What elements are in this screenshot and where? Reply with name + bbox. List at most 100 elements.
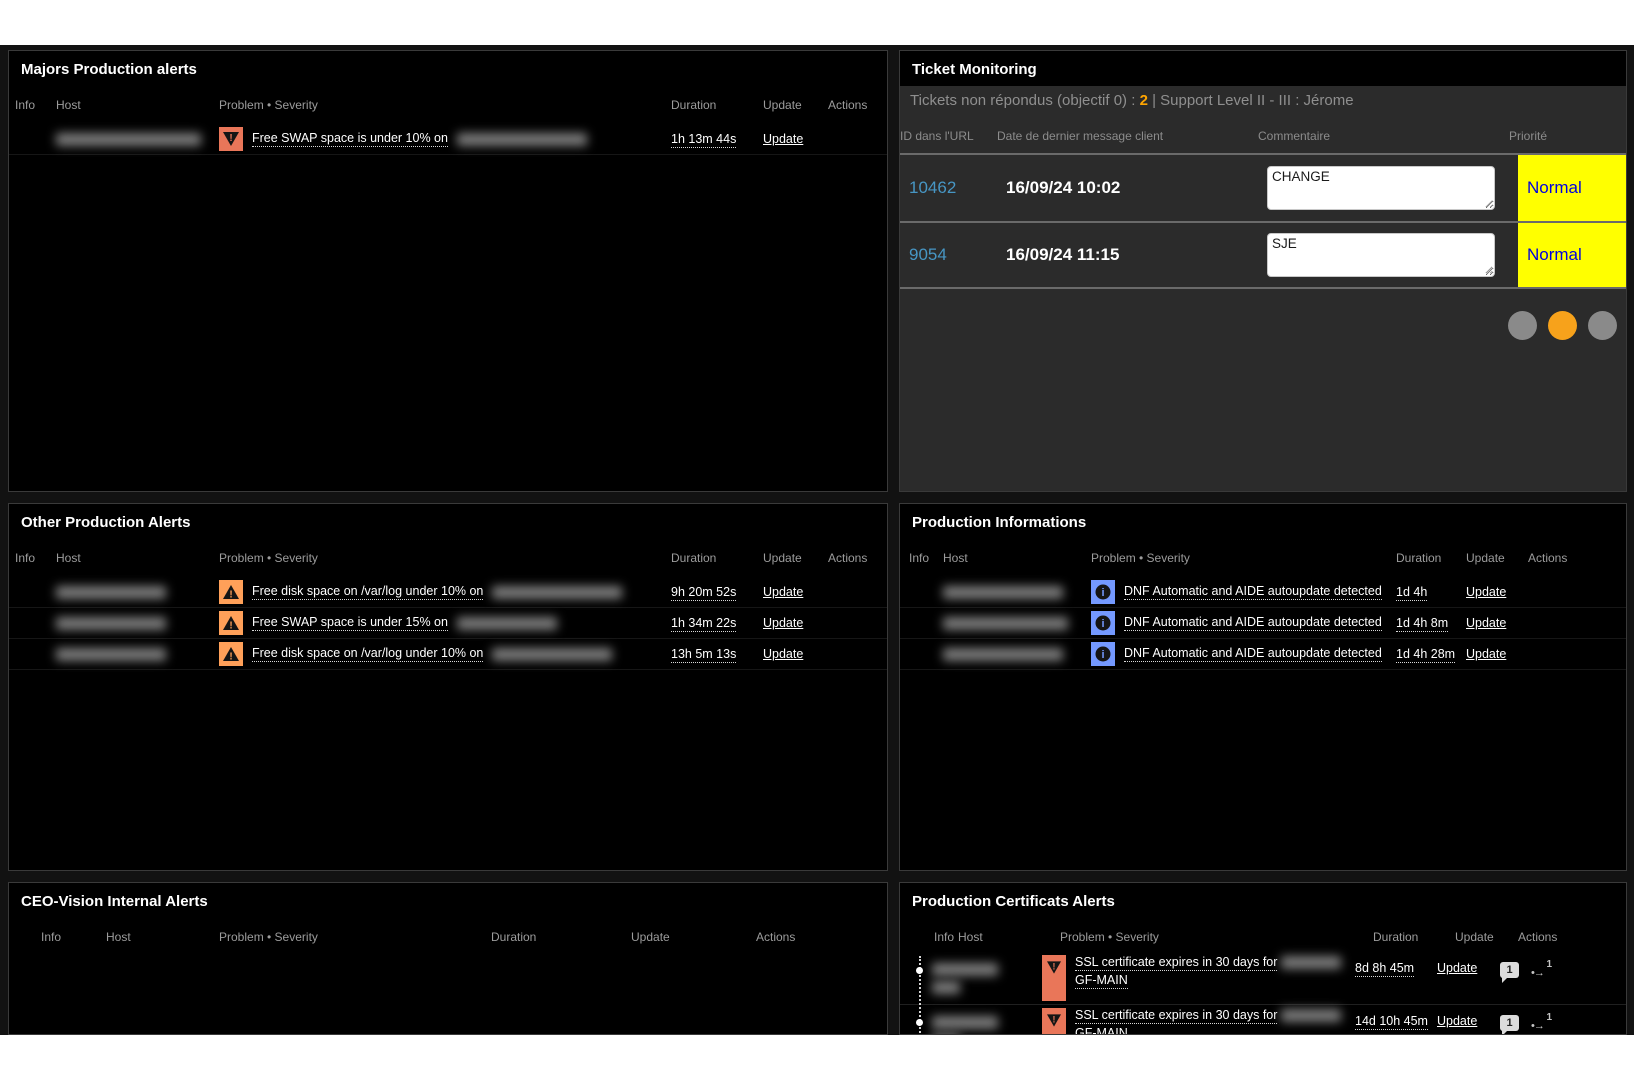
update-link[interactable]: Update (1466, 647, 1506, 661)
monitoring-dashboard: Majors Production alerts Info Host Probl… (0, 45, 1634, 1035)
duration-value[interactable]: 1h 13m 44s (671, 132, 736, 148)
duration-value[interactable]: 1d 4h 8m (1396, 616, 1448, 632)
message-bubble-icon[interactable]: 1 (1500, 1015, 1519, 1031)
panel-production-certificats-alerts: Production Certificats Alerts Info Host … (899, 882, 1627, 1035)
duration-cell: 1h 34m 22s (671, 616, 763, 630)
host-redacted (457, 617, 557, 630)
host-redacted (56, 133, 201, 146)
alert-row: ! Free disk space on /var/log under 10% … (9, 577, 887, 608)
header-actions: Actions (1528, 551, 1626, 565)
problem-link[interactable]: DNF Automatic and AIDE autoupdate detect… (1124, 646, 1382, 662)
problem-link[interactable]: SSL certificate expires in 30 days for (1075, 1008, 1277, 1024)
alert-row: ! SSL certificate expires in 30 days for… (900, 952, 1626, 1005)
svg-text:!: ! (229, 133, 232, 144)
duration-value[interactable]: 1d 4h (1396, 585, 1427, 601)
header-info: Info (15, 551, 56, 565)
problem-link[interactable]: Free SWAP space is under 10% on (252, 131, 448, 147)
severity-high-icon: ! (219, 127, 243, 151)
alert-row: i DNF Automatic and AIDE autoupdate dete… (900, 639, 1626, 670)
host-cell[interactable] (943, 647, 1091, 661)
problem-link-line2[interactable]: GF-MAIN (1075, 973, 1128, 989)
actions-cell: 1 1•→ (1500, 955, 1626, 980)
duration-cell: 14d 10h 45m (1355, 1008, 1437, 1028)
comment-textarea[interactable]: SJE (1267, 233, 1495, 277)
actions-flow-icon[interactable]: 1•→ (1531, 960, 1555, 980)
info-severity-icon: i (1091, 642, 1115, 666)
update-link[interactable]: Update (763, 585, 803, 599)
update-link[interactable]: Update (1437, 961, 1477, 975)
host-redacted (492, 586, 622, 599)
header-duration: Duration (1396, 551, 1466, 565)
update-link[interactable]: Update (1466, 585, 1506, 599)
host-cell[interactable] (56, 647, 219, 661)
problem-link[interactable]: Free disk space on /var/log under 10% on (252, 584, 483, 600)
host-cell[interactable] (943, 616, 1091, 630)
priority-badge: Normal (1518, 155, 1626, 221)
update-link[interactable]: Update (763, 132, 803, 146)
arrow-glyph: •→ (1531, 967, 1544, 979)
message-bubble-icon[interactable]: 1 (1500, 962, 1519, 978)
host-cell[interactable] (56, 132, 219, 146)
problem-cell: ! SSL certificate expires in 30 days for… (1042, 1008, 1355, 1035)
host-redacted (932, 981, 960, 994)
duration-cell: 1d 4h (1396, 585, 1466, 599)
header-update: Update (1455, 930, 1518, 944)
update-link[interactable]: Update (763, 647, 803, 661)
problem-link[interactable]: DNF Automatic and AIDE autoupdate detect… (1124, 584, 1382, 600)
duration-value[interactable]: 9h 20m 52s (671, 585, 736, 601)
ticket-comment-cell: SJE (1267, 223, 1518, 287)
duration-value[interactable]: 8d 8h 45m (1355, 961, 1414, 977)
update-link[interactable]: Update (763, 616, 803, 630)
arrow-glyph: •→ (1531, 1020, 1544, 1032)
dashboard-page: Majors Production alerts Info Host Probl… (0, 0, 1634, 1080)
certificates-rows: ! SSL certificate expires in 30 days for… (900, 952, 1626, 1035)
header-actions: Actions (828, 98, 887, 112)
problem-link[interactable]: Free SWAP space is under 15% on (252, 615, 448, 631)
panel-other-production-alerts: Other Production Alerts Info Host Proble… (8, 503, 888, 871)
host-redacted (56, 617, 166, 630)
host-cell[interactable] (932, 963, 1042, 994)
severity-average-icon: ! (219, 611, 243, 635)
problem-link[interactable]: SSL certificate expires in 30 days for (1075, 955, 1277, 971)
header-update: Update (763, 98, 828, 112)
problem-link[interactable]: Free disk space on /var/log under 10% on (252, 646, 483, 662)
duration-cell: 1d 4h 28m (1396, 647, 1466, 661)
alert-row: ! SSL certificate expires in 30 days for… (900, 1005, 1626, 1035)
host-redacted (457, 133, 587, 146)
update-link[interactable]: Update (1437, 1014, 1477, 1028)
header-actions: Actions (828, 551, 887, 565)
host-cell[interactable] (943, 585, 1091, 599)
problem-cell: ! Free disk space on /var/log under 10% … (219, 580, 671, 604)
duration-value[interactable]: 1h 34m 22s (671, 616, 736, 632)
header-ticket-id: ID dans l'URL (900, 129, 997, 143)
host-redacted (932, 1034, 960, 1036)
header-host: Host (950, 930, 1060, 944)
duration-value[interactable]: 13h 5m 13s (671, 647, 736, 663)
panel-title: Production Certificats Alerts (900, 883, 1626, 918)
timeline-node (916, 967, 923, 974)
host-cell[interactable] (932, 1016, 1042, 1036)
problem-link-line2[interactable]: GF-MAIN (1075, 1026, 1128, 1035)
duration-value[interactable]: 14d 10h 45m (1355, 1014, 1428, 1030)
host-cell[interactable] (56, 585, 219, 599)
duration-value[interactable]: 1d 4h 28m (1396, 647, 1455, 663)
svg-text:i: i (1101, 618, 1104, 630)
header-comment: Commentaire (1258, 129, 1509, 143)
header-last-client-message-date: Date de dernier message client (997, 129, 1258, 143)
update-cell: Update (763, 585, 828, 599)
host-cell[interactable] (56, 616, 219, 630)
svg-text:!: ! (229, 652, 232, 662)
actions-flow-icon[interactable]: 1•→ (1531, 1013, 1555, 1033)
alert-row: ! Free SWAP space is under 10% on 1h 13m… (9, 124, 887, 155)
ticket-id-link[interactable]: 10462 (909, 178, 956, 198)
priority-badge: Normal (1518, 223, 1626, 287)
problem-link[interactable]: DNF Automatic and AIDE autoupdate detect… (1124, 615, 1382, 631)
host-redacted (943, 586, 1063, 599)
host-redacted (56, 586, 166, 599)
header-problem-severity: Problem • Severity (219, 930, 491, 944)
update-link[interactable]: Update (1466, 616, 1506, 630)
ticket-id-link[interactable]: 9054 (909, 245, 947, 265)
comment-textarea[interactable]: CHANGE (1267, 166, 1495, 210)
problem-cell: ! SSL certificate expires in 30 days for… (1042, 955, 1355, 1001)
ticket-comment-cell: CHANGE (1267, 155, 1518, 221)
